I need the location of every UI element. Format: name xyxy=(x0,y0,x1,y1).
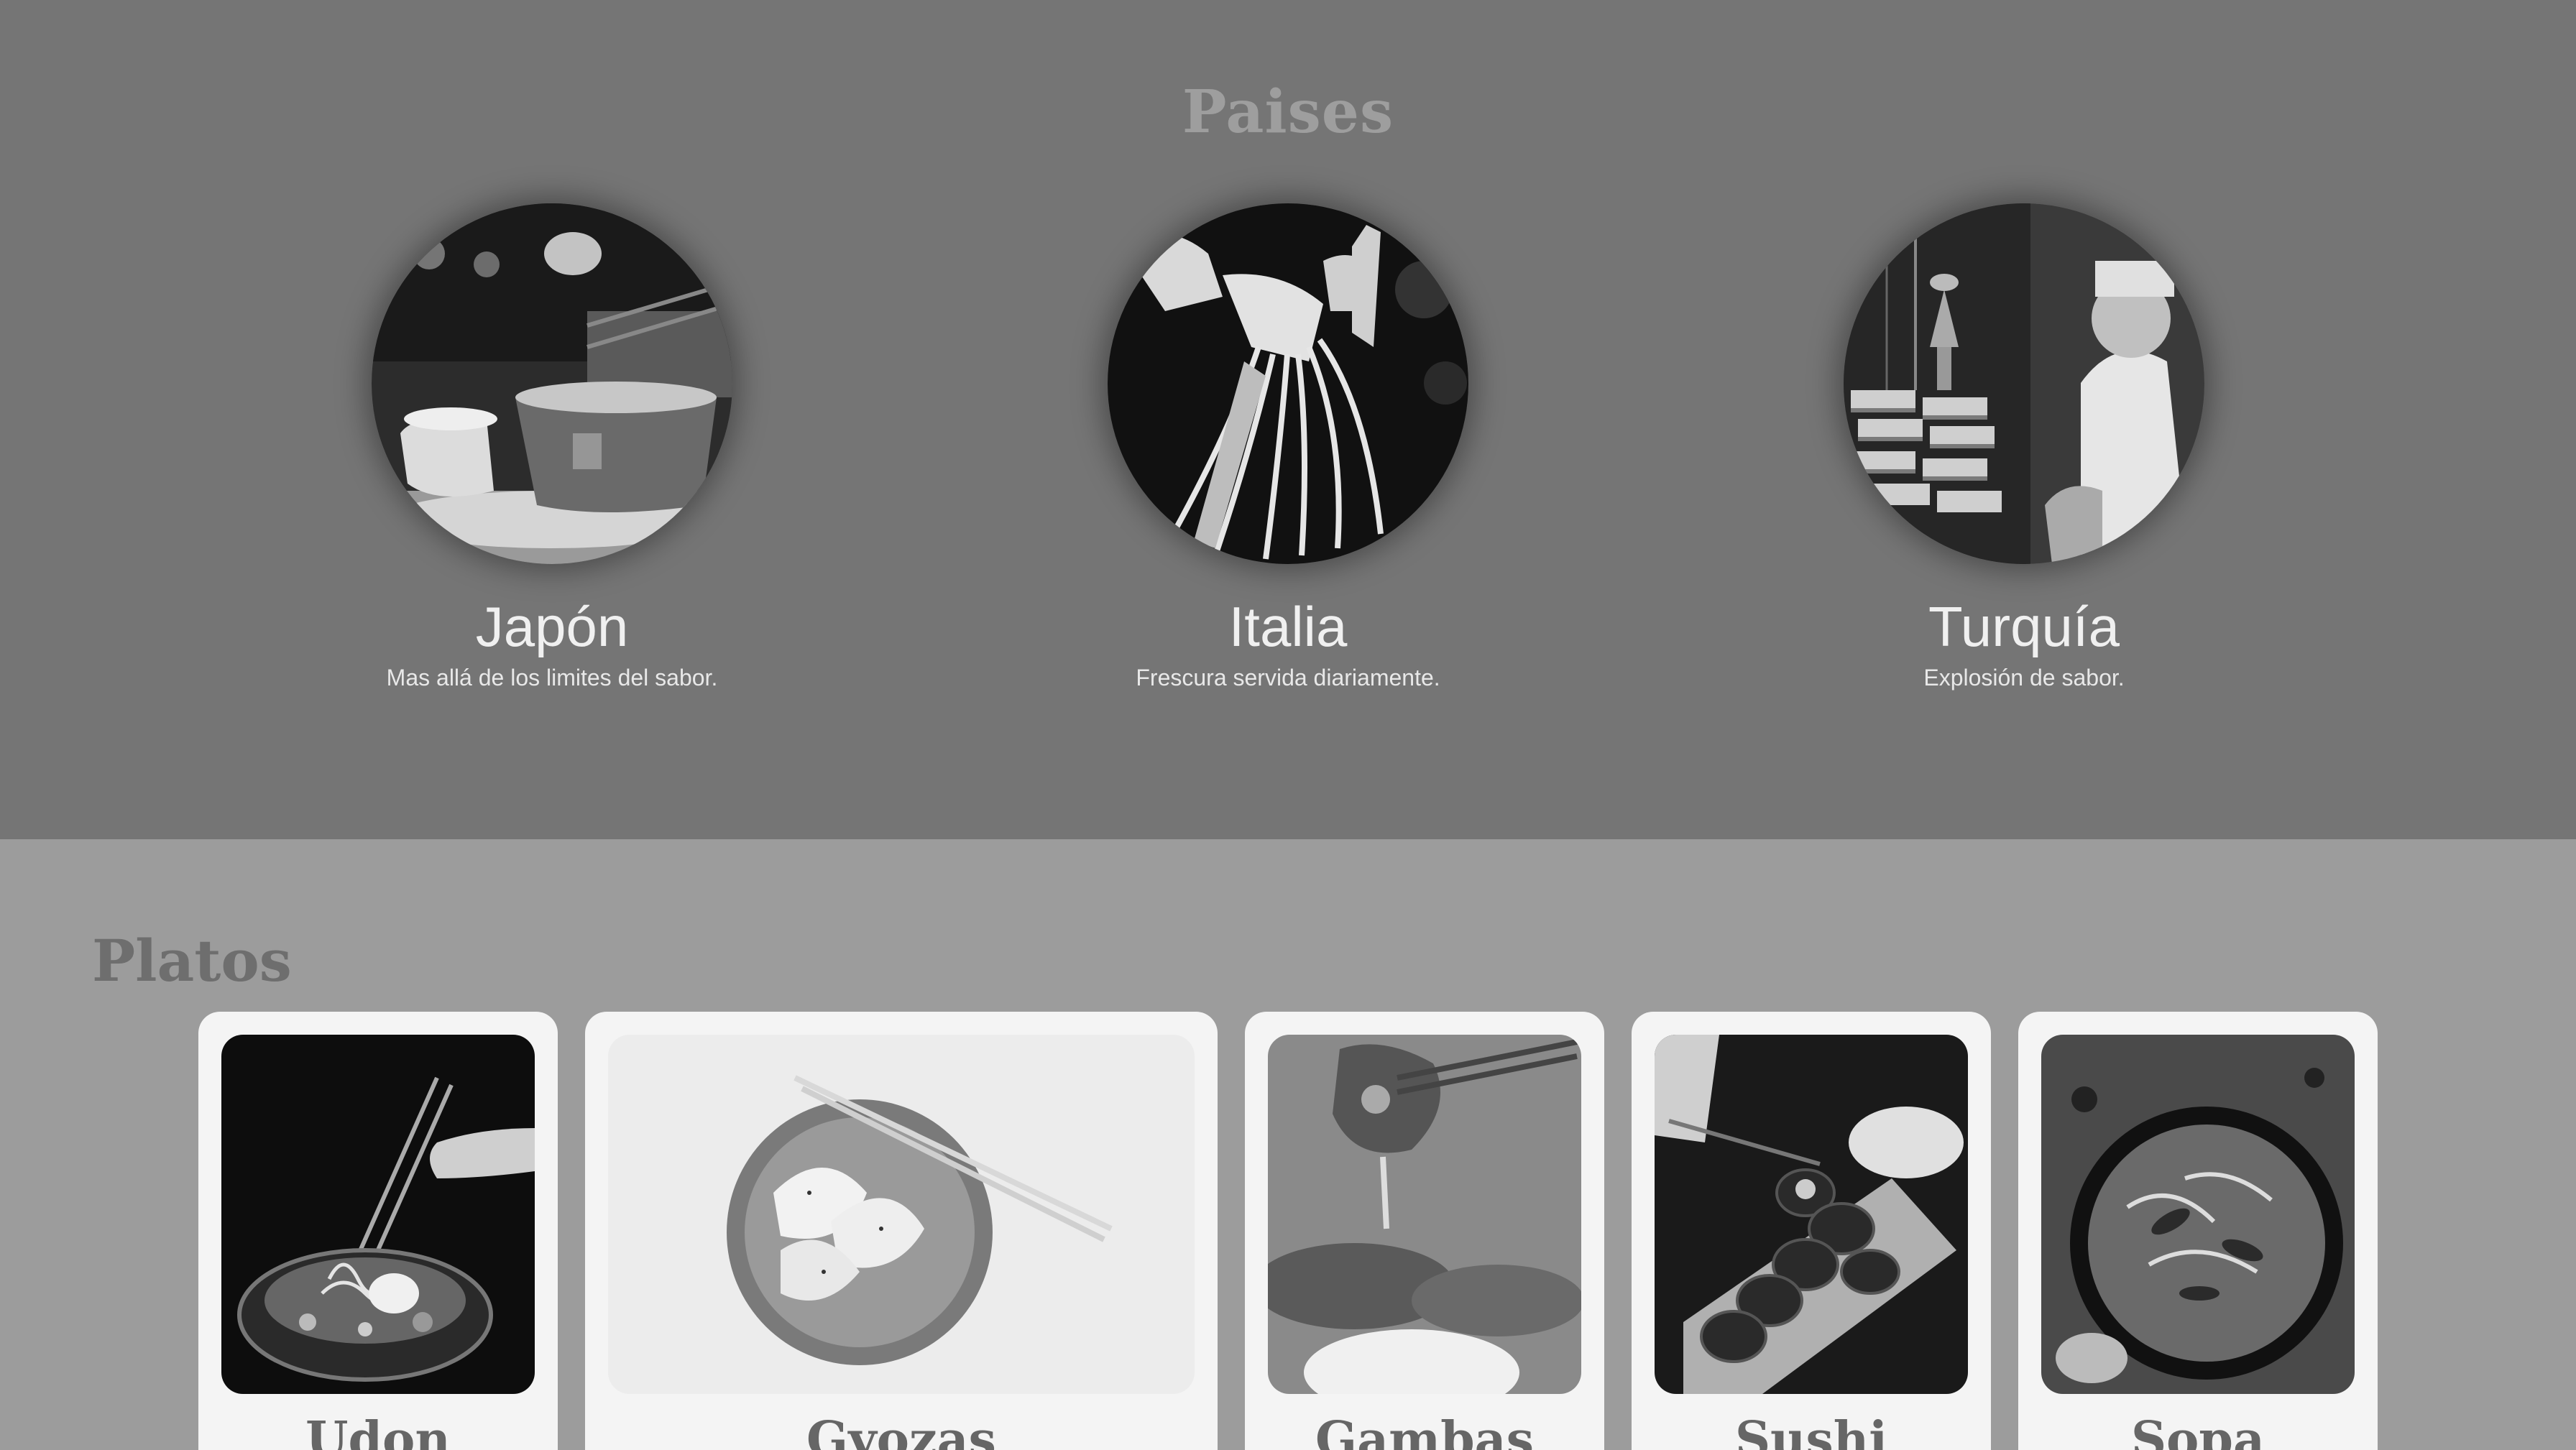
country-card-turkey[interactable]: Turquía Explosión de sabor. xyxy=(1736,203,2312,691)
dish-image-gambas[interactable] xyxy=(1268,1035,1581,1394)
dish-image-udon[interactable] xyxy=(221,1035,535,1394)
dish-name-gyozas: Gyozas xyxy=(806,1411,996,1450)
dish-card-sopa[interactable]: Sopa xyxy=(2018,1012,2378,1450)
country-image-japan[interactable] xyxy=(372,203,732,564)
dish-card-gambas[interactable]: Gambas xyxy=(1245,1012,1604,1450)
country-description-italy: Frescura servida diariamente. xyxy=(1136,665,1440,691)
country-card-italy[interactable]: Italia Frescura servida diariamente. xyxy=(1000,203,1576,691)
country-image-turkey[interactable] xyxy=(1844,203,2204,564)
country-name-japan: Japón xyxy=(475,595,629,658)
dishes-title: Platos xyxy=(92,927,292,994)
dish-name-gambas: Gambas xyxy=(1315,1411,1534,1450)
country-name-italy: Italia xyxy=(1228,595,1348,658)
dish-image-sopa[interactable] xyxy=(2041,1035,2355,1394)
dish-name-sushi: Sushi xyxy=(1734,1411,1888,1450)
dish-card-udon[interactable]: Udon xyxy=(198,1012,558,1450)
dish-image-gyozas[interactable] xyxy=(608,1035,1195,1394)
country-image-italy[interactable] xyxy=(1108,203,1468,564)
country-description-japan: Mas allá de los limites del sabor. xyxy=(386,665,718,691)
dish-name-udon: Udon xyxy=(305,1411,451,1450)
countries-title: Paises xyxy=(1182,78,1394,147)
countries-section: Paises Japón Mas allá de los limites del… xyxy=(0,0,2576,839)
dish-card-gyozas[interactable]: Gyozas xyxy=(585,1012,1218,1450)
dish-name-sopa: Sopa xyxy=(2130,1411,2266,1450)
dish-card-sushi[interactable]: Sushi xyxy=(1632,1012,1991,1450)
dish-image-sushi[interactable] xyxy=(1655,1035,1968,1394)
country-card-japan[interactable]: Japón Mas allá de los limites del sabor. xyxy=(264,203,840,691)
country-name-turkey: Turquía xyxy=(1928,595,2120,658)
country-description-turkey: Explosión de sabor. xyxy=(1923,665,2125,691)
